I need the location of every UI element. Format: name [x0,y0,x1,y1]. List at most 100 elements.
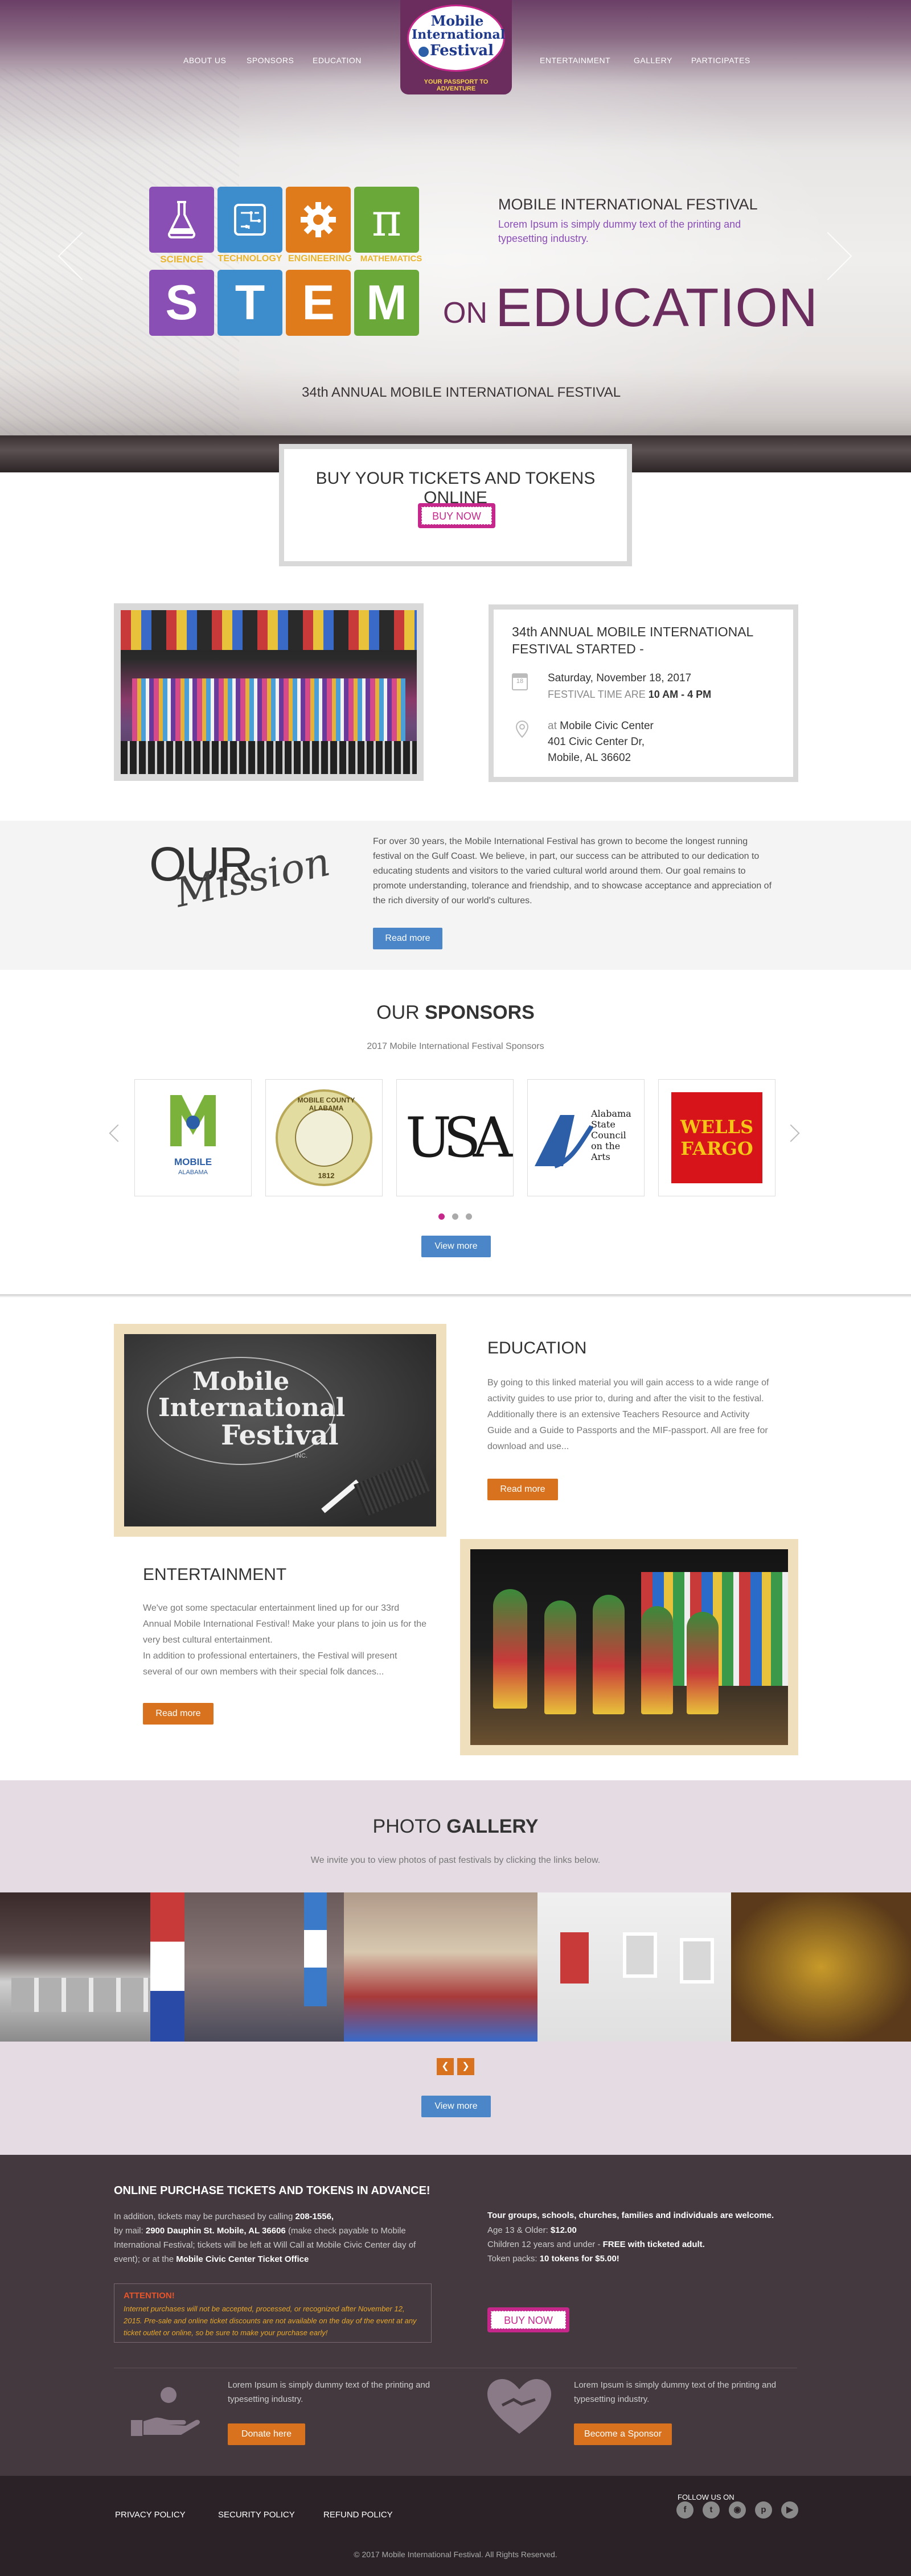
engineering-caption: ENGINEERING [288,254,352,264]
event-date: Saturday, November 18, 2017 [548,672,692,684]
chalkboard-image: Mobile International Festival INC. [124,1334,436,1526]
youtube-icon[interactable]: ▶ [781,2501,798,2519]
attention-text: Internet purchases will not be accepted,… [124,2305,417,2337]
copyright: © 2017 Mobile International Festival. Al… [354,2550,557,2559]
buy-now-button[interactable]: BUY NOW [418,503,495,528]
hero-annual-title: 34th ANNUAL MOBILE INTERNATIONAL FESTIVA… [302,385,621,400]
education-title: EDUCATION [487,1339,587,1357]
sponsors-heading: OUR SPONSORS [376,1002,535,1023]
dancers-photo [470,1549,788,1745]
board-line-3: Festival [221,1419,339,1451]
usa-logo: USA [405,1106,512,1170]
entertainment-text-2: In addition to professional entertainers… [143,1651,397,1677]
sponsors-subtitle: 2017 Mobile International Festival Spons… [367,1042,544,1051]
event-address-1: 401 Civic Center Dr, [548,736,645,748]
letter-e: E [286,270,351,336]
entertainment-text-1: We've got some spectacular entertainment… [143,1603,427,1645]
gallery-next-button[interactable]: ❯ [457,2058,474,2075]
hero-education-text: EDUCATION [495,277,819,338]
location-icon [515,720,529,741]
privacy-policy-link[interactable]: PRIVACY POLICY [115,2510,186,2520]
nav-participates[interactable]: PARTICIPATES [691,56,750,65]
mobile-name: MOBILE [174,1157,212,1167]
follow-us-label: FOLLOW US ON [678,2493,734,2501]
sponsor-city-of-mobile[interactable]: MOBILE ALABAMA [134,1079,252,1196]
donate-button[interactable]: Donate here [228,2423,305,2445]
nav-entertainment[interactable]: ENTERTAINMENT [540,56,610,65]
board-inc: INC. [295,1452,307,1459]
twitter-icon[interactable]: t [703,2501,720,2519]
sponsors-view-more[interactable]: View more [421,1236,491,1257]
sponsor-usa[interactable]: USA [396,1079,514,1196]
gallery-photo-2[interactable] [150,1892,344,2042]
pager-dot-2[interactable] [452,1213,458,1220]
group-photo [121,610,417,774]
donate-hand-icon [129,2382,200,2442]
attention-title: ATTENTION! [124,2291,175,2301]
pager-dot-3[interactable] [466,1213,472,1220]
mobile-state: ALABAMA [178,1169,208,1176]
letter-s: S [149,270,214,336]
handshake-heart-icon [485,2377,553,2439]
gallery-view-more[interactable]: View more [421,2096,491,2117]
event-venue: at Mobile Civic Center [548,720,654,732]
letter-t: T [218,270,282,336]
asca-name: Alabama State Council on the Arts [591,1108,631,1162]
calendar-icon: 18 [512,673,528,690]
gallery-subtitle: We invite you to view photos of past fes… [310,1855,601,1865]
gallery-photo-3[interactable] [344,1892,537,2042]
nav-education[interactable]: EDUCATION [313,56,362,65]
county-year: 1812 [318,1171,335,1180]
engineering-tile [286,187,351,253]
science-caption: SCIENCE [160,254,203,265]
sponsor-alabama-arts[interactable]: Alabama State Council on the Arts [527,1079,645,1196]
sponsor-text: Lorem Ipsum is simply dummy text of the … [574,2380,777,2404]
technology-tile [218,187,282,253]
online-title: ONLINE PURCHASE TICKETS AND TOKENS IN AD… [114,2184,430,2197]
instagram-icon[interactable]: ◉ [729,2501,746,2519]
sponsors-pager [438,1213,473,1221]
donate-text: Lorem Ipsum is simply dummy text of the … [228,2380,430,2404]
nav-sponsors[interactable]: SPONSORS [247,56,294,65]
footer-buy-now-button[interactable]: BUY NOW [487,2307,569,2332]
mathematics-caption: MATHEMATICS [360,254,422,264]
flask-icon [149,187,214,253]
tickets-heading: BUY YOUR TICKETS AND TOKENS ONLINE [315,469,596,507]
science-tile [149,187,214,253]
mission-text: For over 30 years, the Mobile Internatio… [373,837,772,906]
mathematics-tile: π [354,187,419,253]
sponsors-next-arrow[interactable] [782,1124,800,1142]
sponsors-prev-arrow[interactable] [109,1124,127,1142]
site-logo[interactable]: Mobile International Festival YOUR PASSP… [400,0,512,94]
entertainment-read-more[interactable]: Read more [143,1703,214,1725]
pager-dot-1[interactable] [438,1213,445,1220]
nav-gallery[interactable]: GALLERY [634,56,672,65]
price-child: Children 12 years and under - FREE with … [487,2240,705,2249]
facebook-icon[interactable]: f [676,2501,693,2519]
board-line-1: Mobile [192,1367,290,1396]
event-photo-frame [114,603,424,781]
event-address-2: Mobile, AL 36602 [548,752,631,764]
gallery-photo-5[interactable] [731,1892,911,2042]
eraser [354,1459,430,1517]
entertainment-frame [460,1539,798,1755]
circuit-icon [218,187,282,253]
mobile-m-logo [170,1095,216,1146]
security-policy-link[interactable]: SECURITY POLICY [218,2510,295,2520]
refund-policy-link[interactable]: REFUND POLICY [323,2510,393,2520]
become-sponsor-button[interactable]: Become a Sponsor [574,2423,672,2445]
sponsor-mobile-county[interactable]: MOBILE COUNTY ALABAMA 1812 [265,1079,383,1196]
groups-text: Tour groups, schools, churches, families… [487,2211,774,2220]
gear-icon [286,187,351,253]
pinterest-icon[interactable]: p [755,2501,772,2519]
sponsor-wells-fargo[interactable]: WELLS FARGO [658,1079,775,1196]
entertainment-title: ENTERTAINMENT [143,1565,287,1584]
pi-icon: π [371,193,402,246]
gallery-photo-4[interactable] [537,1892,731,2042]
mission-read-more[interactable]: Read more [373,928,442,949]
education-read-more[interactable]: Read more [487,1479,558,1500]
attention-box: ATTENTION! Internet purchases will not b… [114,2283,432,2343]
education-text: By going to this linked material you wil… [487,1378,769,1451]
gallery-prev-button[interactable]: ❮ [437,2058,454,2075]
nav-about-us[interactable]: ABOUT US [183,56,226,65]
